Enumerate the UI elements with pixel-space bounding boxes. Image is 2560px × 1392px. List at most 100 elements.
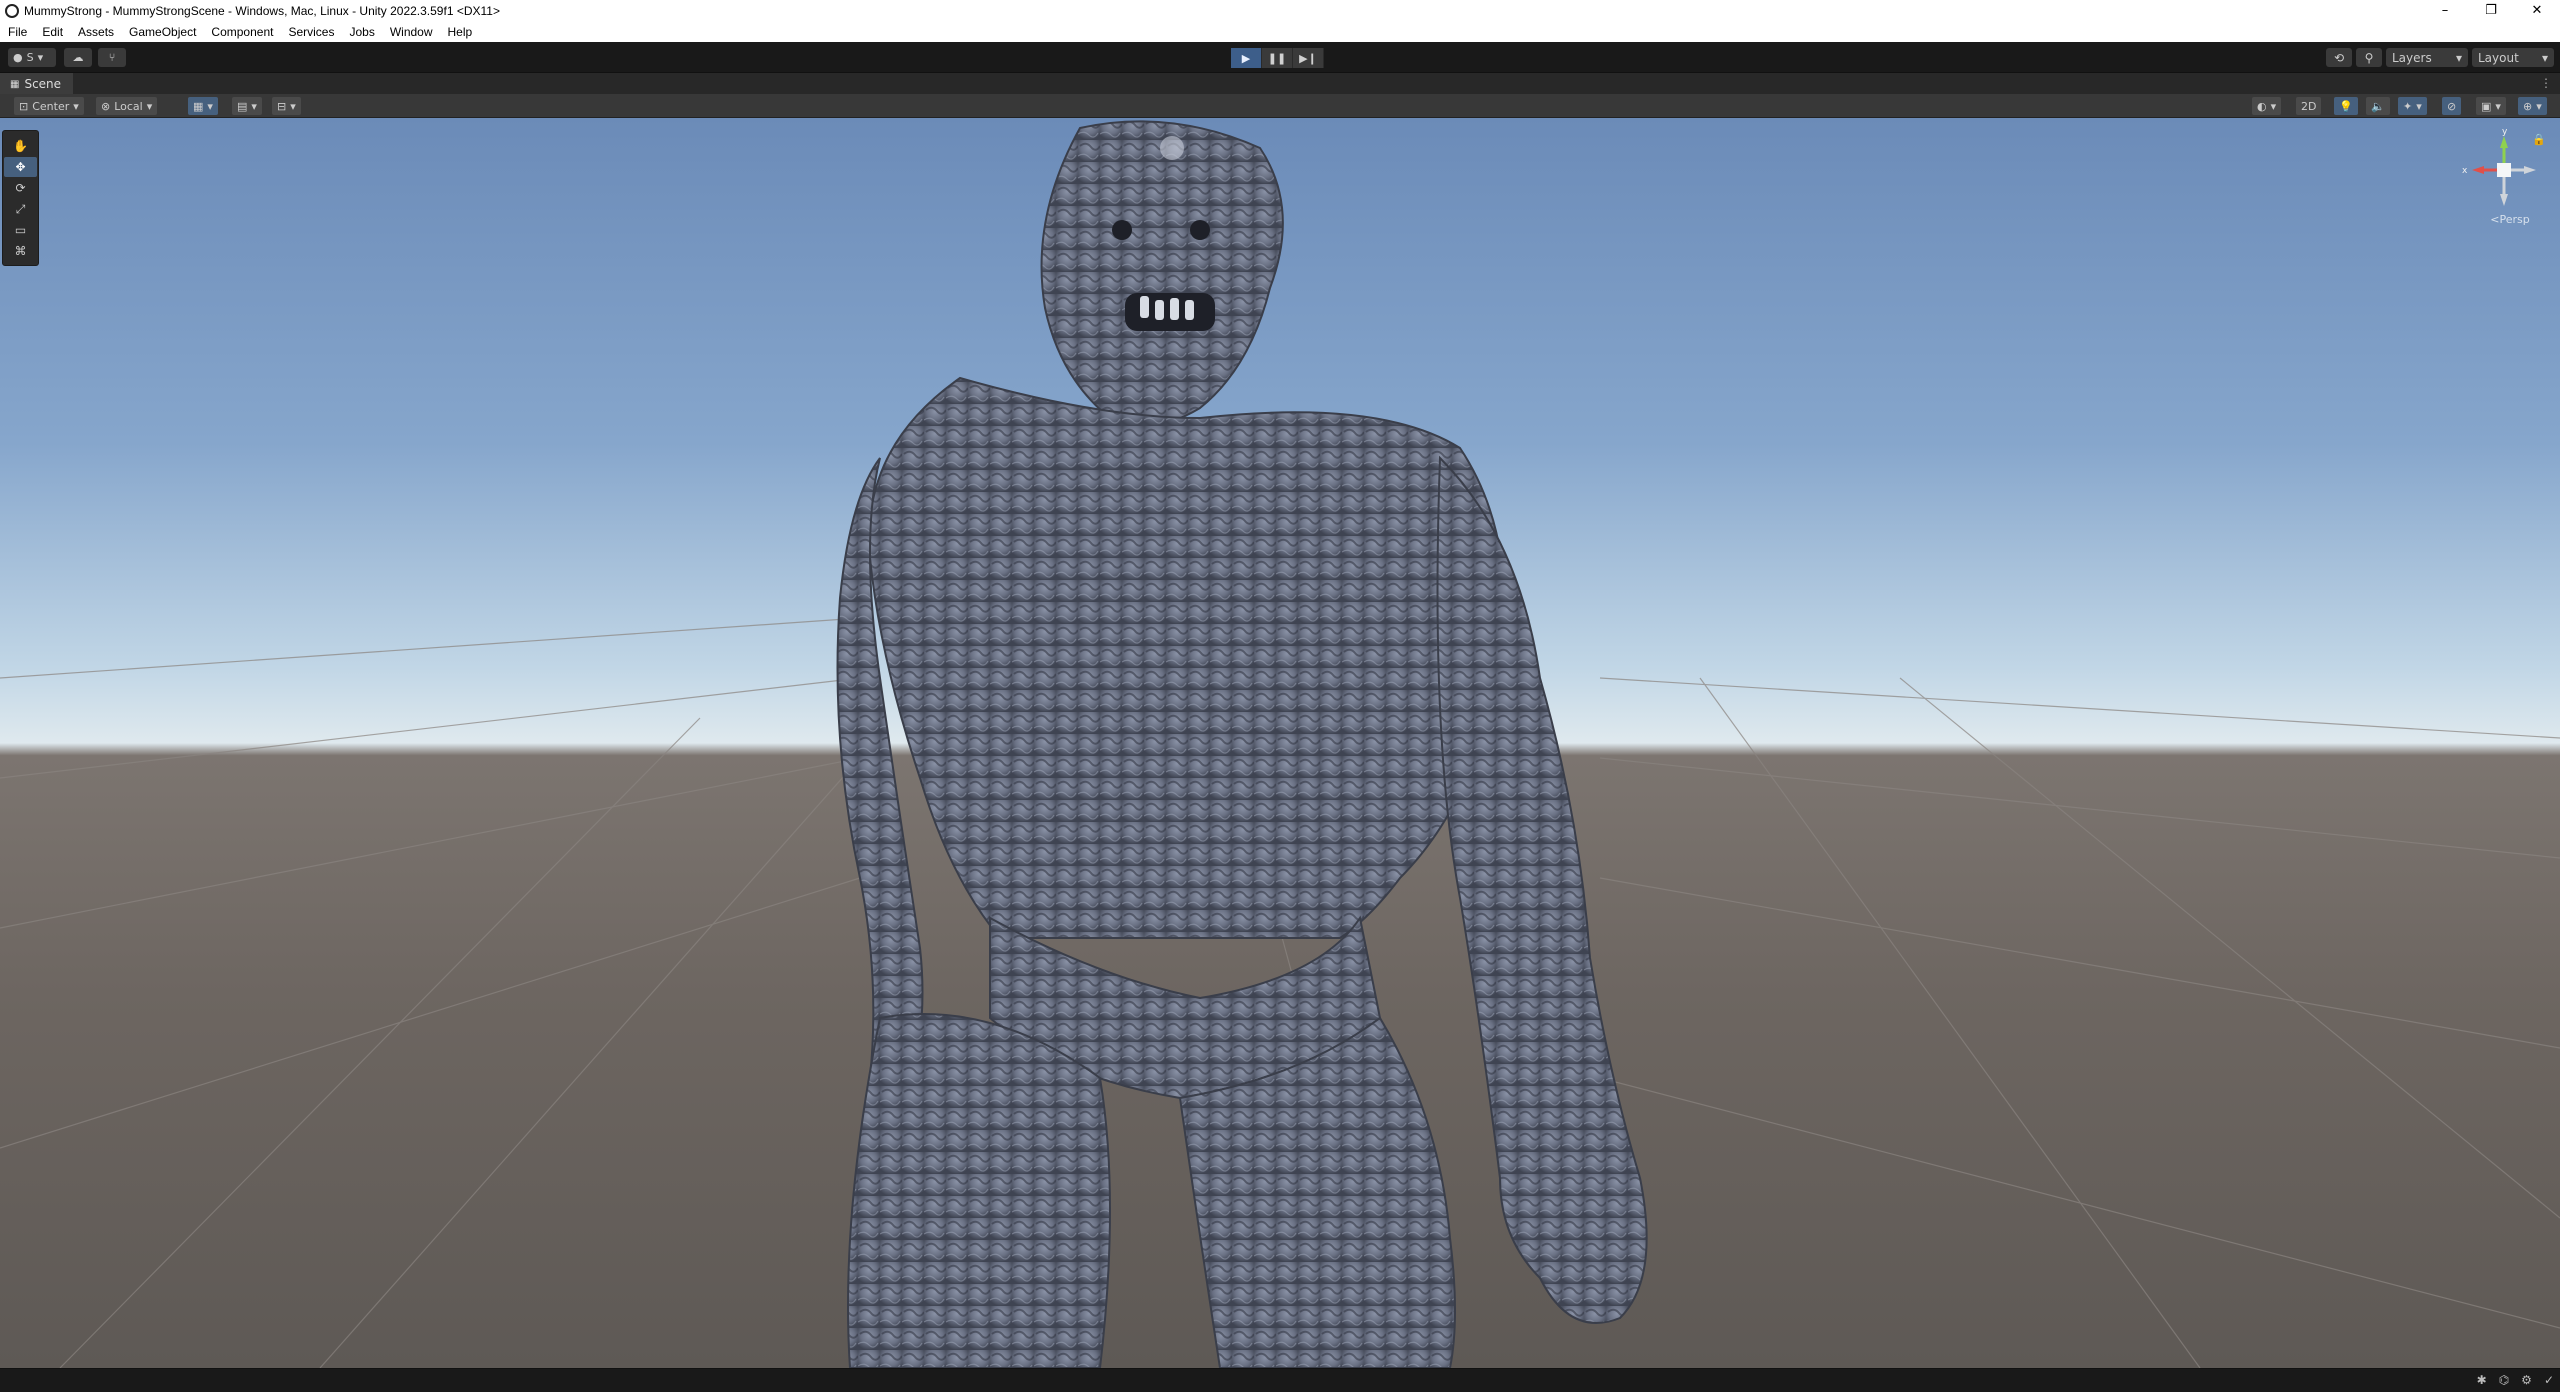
- orientation-gizmo[interactable]: y x: [2460, 126, 2540, 226]
- menu-window[interactable]: Window: [382, 25, 440, 39]
- hidden-objects-toggle[interactable]: ⊘: [2442, 97, 2462, 115]
- close-button[interactable]: ✕: [2514, 0, 2560, 21]
- play-button[interactable]: ▶: [1231, 48, 1262, 68]
- toggle-2d-label: 2D: [2301, 99, 2317, 113]
- main-toolbar: ● S ▾ ☁ ⑂ ▶ ❚❚ ▶❙ ⟲ ⚲ Layers ▾ Layout ▾: [0, 42, 2560, 72]
- audio-toggle[interactable]: 🔈: [2366, 97, 2390, 115]
- gizmo-y-cone: [2500, 136, 2508, 148]
- chevron-down-icon: ▾: [2416, 99, 2422, 113]
- scene-tab-bar: ▦ Scene ⋮: [0, 72, 2560, 95]
- scene-render: [0, 120, 2560, 1368]
- collab-button[interactable]: ⑂: [98, 48, 126, 67]
- move-icon: ✥: [15, 160, 26, 174]
- menu-component[interactable]: Component: [203, 25, 280, 39]
- branch-icon: ⑂: [108, 51, 116, 64]
- menu-assets[interactable]: Assets: [70, 25, 121, 39]
- status-icons: ✱ ⌬ ⚙ ✓: [2477, 1373, 2554, 1387]
- rotate-tool-button[interactable]: ⟳: [4, 178, 37, 198]
- projection-label[interactable]: <Persp: [2480, 213, 2540, 226]
- account-label: S: [26, 51, 34, 64]
- tab-scene[interactable]: ▦ Scene: [0, 73, 74, 95]
- menu-file[interactable]: File: [0, 25, 34, 39]
- history-button[interactable]: ⟲: [2326, 48, 2352, 67]
- creature-model: [836, 120, 1648, 1368]
- speaker-icon: 🔈: [2371, 99, 2385, 113]
- rect-tool-button[interactable]: ▭: [4, 220, 37, 240]
- lightbulb-icon: 💡: [2339, 99, 2353, 113]
- layout-label: Layout: [2478, 50, 2519, 65]
- cloud-icon: ☁: [72, 51, 84, 64]
- move-tool-button[interactable]: ✥: [4, 157, 37, 177]
- grid-icon: ▦: [193, 99, 204, 113]
- network-icon[interactable]: ⌬: [2499, 1373, 2509, 1387]
- layout-dropdown[interactable]: Layout ▾: [2472, 48, 2554, 67]
- camera-icon: ▣: [2481, 99, 2492, 113]
- pivot-rotation-dropdown[interactable]: ⊗ Local ▾: [96, 97, 158, 115]
- chevron-down-icon: ▾: [37, 51, 44, 64]
- chevron-down-icon: ▾: [2270, 99, 2277, 113]
- increment-snap-dropdown[interactable]: ⊟ ▾: [272, 97, 301, 115]
- minimize-button[interactable]: –: [2422, 0, 2468, 21]
- effects-icon: ✦: [2403, 99, 2413, 113]
- transform-tool-button[interactable]: ⌘: [4, 241, 37, 261]
- cloud-button[interactable]: ☁: [64, 48, 92, 67]
- account-icon: ●: [13, 51, 23, 64]
- search-button[interactable]: ⚲: [2356, 48, 2382, 67]
- gizmo-x-label: x: [2462, 166, 2468, 176]
- pivot-mode-label: Center: [32, 99, 70, 113]
- chevron-down-icon: ▾: [2541, 50, 2548, 65]
- step-button[interactable]: ▶❙: [1293, 48, 1324, 68]
- gizmo-neg-y-cone: [2500, 194, 2508, 206]
- tab-menu-icon[interactable]: ⋮: [2540, 76, 2552, 90]
- effects-dropdown[interactable]: ✦ ▾: [2398, 97, 2427, 115]
- account-dropdown[interactable]: ● S ▾: [8, 48, 56, 67]
- bug-icon[interactable]: ✱: [2477, 1373, 2487, 1387]
- title-bar: MummyStrong - MummyStrongScene - Windows…: [0, 0, 2560, 21]
- menu-gameobject[interactable]: GameObject: [121, 25, 203, 39]
- menu-bar: File Edit Assets GameObject Component Se…: [0, 21, 2560, 42]
- grid-snap-toggle[interactable]: ▦ ▾: [188, 97, 218, 115]
- lighting-toggle[interactable]: 💡: [2334, 97, 2358, 115]
- snap-grid-icon: ▤: [237, 99, 248, 113]
- scale-tool-button[interactable]: ⤢: [4, 199, 37, 219]
- menu-jobs[interactable]: Jobs: [341, 25, 381, 39]
- gizmo-globe-icon: ⊕: [2523, 99, 2533, 113]
- scale-icon: ⤢: [15, 201, 26, 216]
- pause-button[interactable]: ❚❚: [1262, 48, 1293, 68]
- chevron-down-icon: ▾: [207, 99, 213, 113]
- toggle-2d-button[interactable]: 2D: [2296, 97, 2322, 115]
- lock-icon[interactable]: 🔒: [2532, 133, 2546, 146]
- menu-services[interactable]: Services: [280, 25, 341, 39]
- unity-logo-icon: [5, 3, 19, 18]
- check-icon[interactable]: ✓: [2544, 1373, 2554, 1387]
- chevron-down-icon: ▾: [251, 99, 257, 113]
- camera-dropdown[interactable]: ▣ ▾: [2476, 97, 2506, 115]
- gizmo-x-cone: [2472, 166, 2484, 174]
- pivot-icon: ⊡: [19, 99, 29, 113]
- draw-mode-dropdown[interactable]: ◐ ▾: [2252, 97, 2282, 115]
- pivot-mode-dropdown[interactable]: ⊡ Center ▾: [14, 97, 84, 115]
- menu-edit[interactable]: Edit: [34, 25, 70, 39]
- layers-label: Layers: [2392, 50, 2432, 65]
- local-icon: ⊗: [101, 99, 111, 113]
- view-tool-button[interactable]: ✋: [4, 136, 37, 156]
- tab-scene-label: Scene: [24, 77, 62, 91]
- scene-viewport[interactable]: [0, 118, 2560, 1368]
- scene-grid-icon: ▦: [10, 78, 20, 90]
- chevron-down-icon: ▾: [73, 99, 79, 113]
- layers-dropdown[interactable]: Layers ▾: [2386, 48, 2468, 67]
- play-controls: ▶ ❚❚ ▶❙: [1231, 48, 1324, 68]
- gizmos-dropdown[interactable]: ⊕ ▾: [2518, 97, 2547, 115]
- grid-snapping-dropdown[interactable]: ▤ ▾: [232, 97, 262, 115]
- chevron-down-icon: ▾: [146, 99, 153, 113]
- eye-slash-icon: ⊘: [2447, 99, 2457, 113]
- chevron-down-icon: ▾: [2455, 50, 2462, 65]
- gizmo-center-cube: [2497, 163, 2511, 177]
- window-controls: – ❐ ✕: [2422, 0, 2560, 21]
- window-title: MummyStrong - MummyStrongScene - Windows…: [24, 3, 500, 18]
- debug-icon[interactable]: ⚙: [2521, 1373, 2532, 1387]
- status-bar: ✱ ⌬ ⚙ ✓: [0, 1368, 2560, 1392]
- menu-help[interactable]: Help: [440, 25, 480, 39]
- maximize-button[interactable]: ❐: [2468, 0, 2514, 21]
- ruler-icon: ⊟: [277, 99, 287, 113]
